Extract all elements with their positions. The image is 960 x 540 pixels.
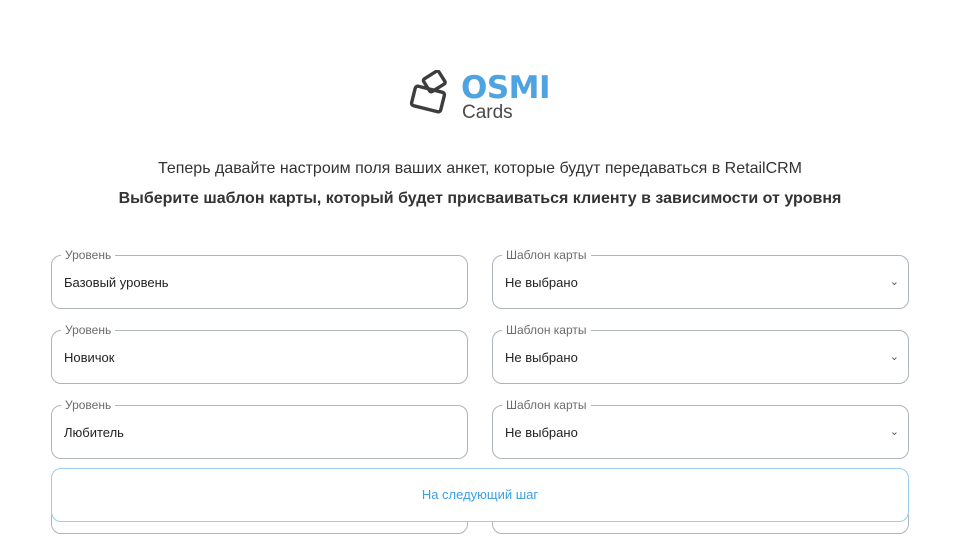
logo-subtitle: Cards xyxy=(462,102,513,123)
logo-title: OSMI xyxy=(461,70,551,106)
level-label: Уровень xyxy=(61,398,116,412)
level-field-1[interactable]: Уровень Базовый уровень xyxy=(51,248,468,309)
page-subtitle: Выберите шаблон карты, который будет при… xyxy=(118,190,842,207)
next-step-button[interactable]: На следующий шаг xyxy=(51,468,909,522)
cards-icon xyxy=(409,70,447,114)
template-value: Не выбрано xyxy=(505,350,578,365)
level-value: Любитель xyxy=(64,425,124,440)
chevron-down-icon[interactable]: ⌄ xyxy=(890,276,899,288)
template-value: Не выбрано xyxy=(505,275,578,290)
chevron-down-icon[interactable]: ⌄ xyxy=(890,426,899,438)
template-label: Шаблон карты xyxy=(502,398,591,412)
level-label: Уровень xyxy=(61,248,116,262)
template-select-1[interactable]: Шаблон карты Не выбрано ⌄ xyxy=(492,248,909,309)
template-select-2[interactable]: Шаблон карты Не выбрано ⌄ xyxy=(492,323,909,384)
template-select-3[interactable]: Шаблон карты Не выбрано ⌄ xyxy=(492,398,909,459)
intro-text: Теперь давайте настроим поля ваших анкет… xyxy=(157,160,803,177)
level-field-3[interactable]: Уровень Любитель xyxy=(51,398,468,459)
level-value: Базовый уровень xyxy=(64,275,169,290)
template-value: Не выбрано xyxy=(505,425,578,440)
level-field-2[interactable]: Уровень Новичок xyxy=(51,323,468,384)
level-label: Уровень xyxy=(61,323,116,337)
template-label: Шаблон карты xyxy=(502,248,591,262)
chevron-down-icon[interactable]: ⌄ xyxy=(890,351,899,363)
template-label: Шаблон карты xyxy=(502,323,591,337)
level-value: Новичок xyxy=(64,350,115,365)
osmi-logo: OSMI Cards xyxy=(408,70,558,126)
